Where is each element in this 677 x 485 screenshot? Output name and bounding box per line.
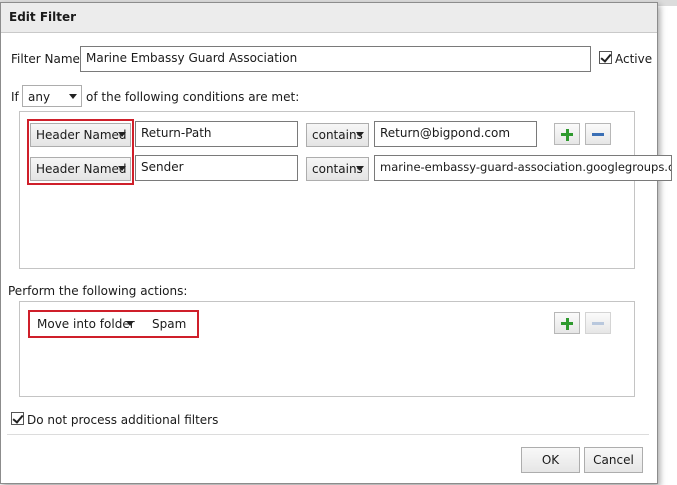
match-type-select[interactable]: any <box>22 85 82 107</box>
divider <box>7 434 649 435</box>
stop-processing-label: Do not process additional filters <box>27 413 219 427</box>
if-label: If <box>11 90 19 104</box>
active-label: Active <box>615 52 653 66</box>
condition-value-input[interactable]: Return@bigpond.com <box>374 121 537 147</box>
title-bar: Edit Filter <box>1 3 657 33</box>
condition-operator-select[interactable]: contains <box>306 157 369 181</box>
action-highlight <box>28 310 199 338</box>
match-type-value: any <box>28 90 51 104</box>
condition-operator-select[interactable]: contains <box>306 123 369 147</box>
plus-icon-stroke <box>565 128 569 141</box>
conditions-label: of the following conditions are met: <box>86 90 300 104</box>
condition-header-input[interactable]: Sender <box>135 155 298 181</box>
actions-label: Perform the following actions: <box>8 284 188 298</box>
chevron-down-icon <box>356 132 364 137</box>
stop-processing-checkbox[interactable] <box>11 412 24 425</box>
dialog-title: Edit Filter <box>9 10 77 24</box>
filter-name-input[interactable]: Marine Embassy Guard Association <box>80 46 591 72</box>
conditions-highlight <box>27 119 134 185</box>
filter-name-label: Filter Name: <box>11 52 84 66</box>
add-condition-button[interactable] <box>554 123 580 145</box>
condition-value-input[interactable]: marine-embassy-guard-association.googleg… <box>374 155 672 181</box>
condition-header-input[interactable]: Return-Path <box>135 121 298 147</box>
minus-icon <box>592 133 604 136</box>
plus-icon-stroke <box>565 317 569 330</box>
minus-icon <box>592 322 604 325</box>
remove-condition-button[interactable] <box>585 123 611 145</box>
chevron-down-icon <box>69 94 77 99</box>
ok-button[interactable]: OK <box>521 447 580 473</box>
remove-action-button[interactable] <box>585 312 611 334</box>
active-checkbox[interactable] <box>599 51 612 64</box>
edit-filter-dialog: Edit Filter Filter Name: Marine Embassy … <box>0 2 672 484</box>
cancel-button[interactable]: Cancel <box>584 447 643 473</box>
chevron-down-icon <box>356 166 364 171</box>
add-action-button[interactable] <box>554 312 580 334</box>
